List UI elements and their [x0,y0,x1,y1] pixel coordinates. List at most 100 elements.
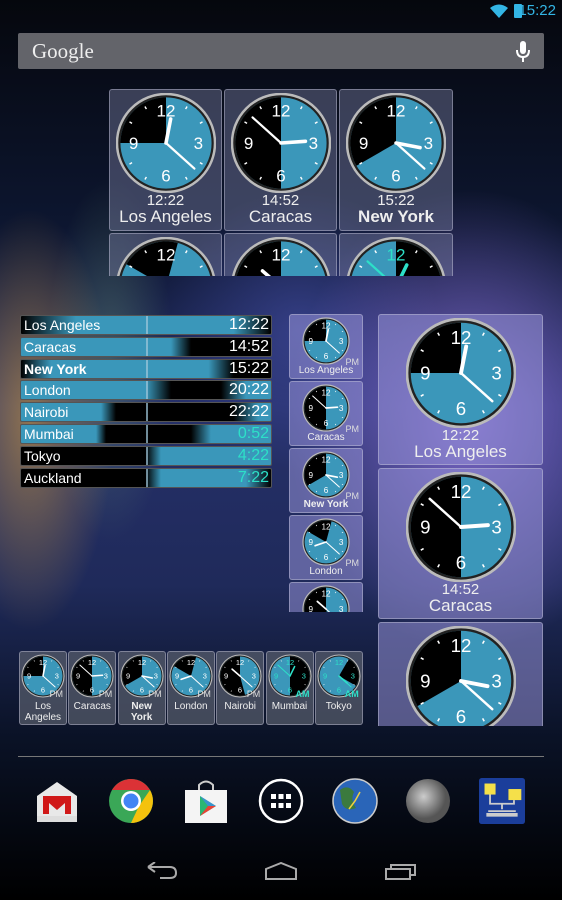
ampm-label: PM [246,689,261,699]
city-label: Caracas [428,596,493,615]
list-row[interactable]: Nairobi 22:22 [20,402,272,423]
clock-cell[interactable]: 12 3 6 9 PM Caracas [289,381,363,446]
dial-number: 12 [450,481,471,502]
dial-number: 12 [271,246,290,265]
clock-cell[interactable]: 12 3 6 9 PM New York [117,651,166,725]
dial-number: 9 [128,134,137,153]
home-button[interactable] [264,862,298,880]
clock-cell[interactable]: 12 3 6 9 12:22 Los Angeles [378,314,543,465]
moon-icon[interactable] [405,778,451,824]
hour-hand [91,674,104,677]
city-label: Los Angeles [119,207,212,226]
small-clock-column-widget[interactable]: 12 3 6 9 PM Los Angeles 12 3 6 9 PM Caracas 12 3 6 9 PM N… [289,314,364,612]
dial-number: 6 [324,486,329,495]
recents-button[interactable] [384,862,418,880]
dial-number: 3 [491,517,501,538]
dial-number: 9 [175,672,179,681]
clock-cell[interactable]: 12 3 6 9 AM Mumbai [265,651,314,725]
dial-number: 3 [308,134,317,153]
dial-number: 6 [189,686,193,695]
clock-cell[interactable]: 12369 [224,233,337,276]
app-drawer-icon[interactable] [258,778,304,824]
time-label: 7:22 [237,468,269,486]
dial-number: 9 [359,134,368,153]
time-list-widget[interactable]: Los Angeles 12:22 Caracas 14:52 New York 15:2… [20,315,272,489]
clock-cell[interactable]: 12 3 6 9 PM London [289,515,363,580]
city-label: New York [358,207,434,226]
list-row[interactable]: Auckland 7:22 [20,467,272,488]
clock-cell[interactable]: 12 3 6 9 PM London [166,651,215,725]
dial-number: 6 [276,166,285,185]
clock-cell[interactable]: 12369PMNairobi [216,651,265,725]
clock-cell[interactable]: 12 3 6 9 15:22 New York [339,89,453,231]
clock-cell[interactable]: 12 3 6 9 14:52 Caracas [224,89,337,231]
time-label: 14:52 [441,581,480,598]
mic-icon[interactable] [516,41,530,63]
list-row[interactable]: New York 15:22 [20,358,272,379]
list-row[interactable]: London 20:22 [20,380,272,401]
city-label: London [24,382,71,399]
ampm-label: PM [98,689,113,699]
list-row[interactable]: Tokyo 4:22 [20,445,272,466]
time-label: 12:22 [228,316,269,333]
list-row[interactable]: Los Angeles 12:22 [20,315,272,335]
clock-cell[interactable]: 12 3 6 9 PM New York [289,448,363,513]
hour-hand [325,406,339,409]
dial-number: 9 [309,337,314,346]
back-button[interactable] [146,862,178,880]
dial-number: 6 [391,166,400,185]
city-label: Auckland [24,469,82,486]
clock-face-icon: 12 3 6 9 [346,93,446,193]
ampm-label: PM [197,689,211,699]
clock-cell[interactable]: 12 3 6 9 12:22 Los Angeles [109,89,222,231]
clock-row-widget[interactable]: 12 3 6 9 PM Los Angeles 12 3 6 9 PM Caracas 12 3 6 9 PM N… [19,651,364,726]
divider [146,381,148,400]
city-label: Tokyo [325,701,352,712]
dial-number: 3 [491,363,501,384]
clock-face-icon: 12 3 6 9 [405,472,516,582]
dial-number: 6 [455,706,465,726]
large-clock-column-widget[interactable]: 12 3 6 9 12:22 Los Angeles 12 3 6 9 14:52 Caracas … [378,314,544,726]
clock-cell[interactable]: 12 3 6 9 PM Los Angeles [289,314,363,379]
clock-face-icon: 12 3 6 9 [302,384,350,432]
city-label: Nairobi [224,701,257,712]
chrome-icon[interactable] [108,778,154,824]
clock-cell[interactable]: 12369 [339,233,453,276]
clock-cell[interactable]: 12369 [378,622,543,726]
dial-number: 3 [55,672,59,681]
dial-number: 12 [39,658,47,667]
dial-number: 12 [335,658,343,667]
dial-number: 9 [420,517,430,538]
time-label: 12:22 [441,427,480,444]
dial-number: 9 [420,363,430,384]
dial-number: 9 [76,672,80,681]
clock-cell[interactable]: 12369PMNairobi [289,582,363,612]
dial-number: 6 [324,553,329,562]
dock-divider [18,756,544,757]
clock-cell[interactable]: 12 3 6 9 AM Tokyo [314,651,363,725]
gmail-icon[interactable] [34,778,80,824]
play-store-icon[interactable] [183,778,229,824]
google-search-bar[interactable]: Google [18,33,544,69]
clock-cell[interactable]: 12 3 6 9 PM Los Angeles [19,651,67,725]
time-label: 14:52 [261,192,300,209]
clock-face-icon: 12 3 6 9 [302,451,350,499]
list-row[interactable]: Caracas 14:52 [20,336,272,357]
divider [146,316,148,334]
ampm-label: AM [344,689,359,699]
clock-cell[interactable]: 12 3 6 9 PM Caracas [68,651,117,725]
clock-cell[interactable]: 12 3 6 9 14:52 Caracas [378,468,543,619]
dial-number: 9 [274,672,278,681]
dial-number: 9 [309,605,314,612]
world-clock-icon[interactable] [332,778,378,824]
time-label: 14:52 [228,337,269,355]
status-time: 15:22 [518,2,556,19]
list-row[interactable]: Mumbai 0:52 [20,423,272,444]
dial-number: 6 [140,686,144,695]
clock-cell[interactable]: 12369 [109,233,222,276]
time-label: 20:22 [228,381,269,399]
clock-grid-widget[interactable]: 12 3 6 9 12:22 Los Angeles 12 3 6 9 14:52 Caracas … [109,89,454,276]
status-bar: 15:22 [0,0,562,22]
file-transfer-icon[interactable] [479,778,525,824]
dial-number: 3 [491,671,501,692]
